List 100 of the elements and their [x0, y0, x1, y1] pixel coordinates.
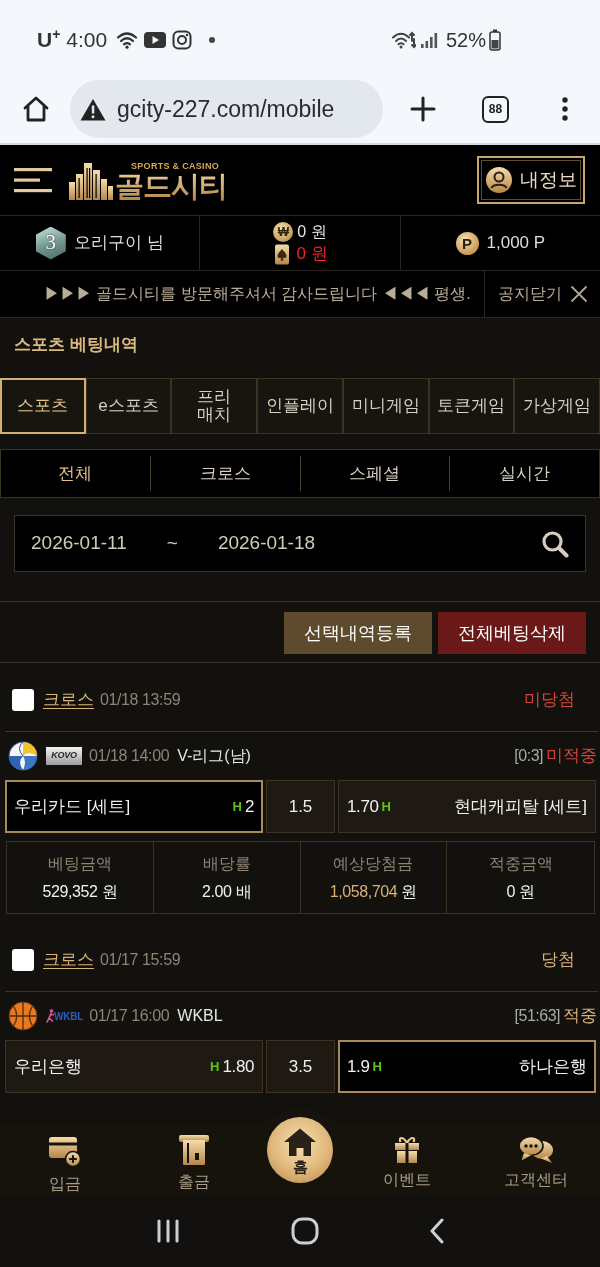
- register-selected-button[interactable]: 선택내역등록: [284, 612, 432, 654]
- atm-card-icon: [177, 1134, 210, 1166]
- bet-type-link[interactable]: 크로스: [43, 687, 94, 713]
- filter-tab[interactable]: 전체: [58, 460, 93, 487]
- nav-item[interactable]: 입금: [0, 1124, 129, 1195]
- basketball-icon: [8, 1001, 38, 1031]
- bet-result-text: 당첨: [541, 949, 575, 972]
- url-text: gcity-227.com/mobile: [117, 94, 335, 124]
- volleyball-icon: [8, 741, 38, 771]
- summary-value: 1,058,704 원: [329, 881, 417, 902]
- address-bar[interactable]: gcity-227.com/mobile: [70, 80, 383, 138]
- wifi-icon: [391, 30, 416, 49]
- level-badge: 3: [35, 226, 66, 260]
- home-icon[interactable]: [22, 95, 50, 123]
- odds-value: 1.80: [222, 1055, 254, 1078]
- category-tab[interactable]: 인플레이: [257, 378, 343, 434]
- handicap-mark: H: [210, 1057, 220, 1076]
- username-text: 오리구이 님: [73, 232, 164, 255]
- checkbox[interactable]: [12, 949, 34, 971]
- logo-text[interactable]: 골드시티: [115, 171, 227, 201]
- house-icon: [283, 1126, 317, 1157]
- recent-apps-icon[interactable]: [155, 1219, 181, 1243]
- chat-bubbles-icon: [517, 1134, 554, 1164]
- category-tab[interactable]: 가상게임: [514, 378, 600, 434]
- notification-dot-icon: [209, 36, 216, 43]
- card-icon: [274, 243, 291, 265]
- summary-value: 2.00 배: [202, 881, 252, 902]
- summary-label: 베팅금액: [47, 853, 112, 874]
- delete-all-button[interactable]: 전체베팅삭제: [438, 612, 586, 654]
- bet-type-link[interactable]: 크로스: [43, 947, 94, 973]
- filter-tab[interactable]: 스페셜: [349, 460, 401, 487]
- points-amount: 1,000 P: [486, 232, 546, 255]
- odds-value: 1.70: [347, 795, 379, 818]
- category-tab[interactable]: 미니게임: [342, 378, 429, 434]
- start-date-field[interactable]: 2026-01-11: [31, 529, 127, 558]
- bet-result-text: 미당첨: [524, 689, 575, 712]
- clock-text: 4:00: [66, 26, 108, 53]
- summary-label: 배당률: [202, 853, 251, 874]
- league-name: V-리그(남): [177, 746, 251, 766]
- home-button[interactable]: 홈: [267, 1117, 333, 1183]
- currency-coin: ₩: [273, 222, 294, 242]
- card-plus-icon: [47, 1134, 82, 1168]
- page-title: 스포츠 베팅내역: [13, 334, 139, 356]
- point-coin: P: [455, 231, 479, 255]
- camera-icon: [172, 29, 193, 50]
- summary-value: 529,352 원: [42, 881, 118, 902]
- handicap-mark: H: [381, 797, 391, 816]
- bet-time-text: 01/17 15:59: [100, 950, 181, 970]
- match-result-text: 미적중: [546, 745, 597, 768]
- menu-icon[interactable]: [14, 167, 52, 193]
- profile-button[interactable]: 내정보: [477, 156, 585, 204]
- logo-tagline: SPORTS & CASINO: [131, 161, 220, 171]
- play-icon: [144, 31, 167, 48]
- tab-count-button[interactable]: 88: [482, 95, 509, 123]
- match-time-text: 01/18 14:00: [89, 746, 170, 766]
- summary-value: 0 원: [506, 881, 535, 902]
- more-menu-icon[interactable]: [561, 96, 569, 122]
- team-name: 우리은행: [14, 1055, 82, 1078]
- checkbox[interactable]: [12, 689, 34, 711]
- nav-item[interactable]: 고객센터: [471, 1124, 600, 1195]
- bet-time-text: 01/18 13:59: [100, 690, 181, 710]
- team-name: 하나은행: [519, 1055, 587, 1078]
- close-notice-link[interactable]: 공지닫기: [497, 282, 562, 306]
- wifi-icon: [116, 30, 139, 49]
- battery-percent-text: 52%: [445, 27, 486, 53]
- category-tab[interactable]: 토큰게임: [428, 378, 515, 434]
- score-text: [51:63]: [514, 1006, 560, 1026]
- handicap-line-cell: 1.5: [266, 780, 335, 833]
- match-result-text: 적중: [563, 1005, 597, 1028]
- match-time-text: 01/17 16:00: [89, 1006, 170, 1026]
- warning-icon: [80, 97, 106, 121]
- league-logo: KOVO: [46, 747, 82, 765]
- handicap-mark: H: [232, 797, 242, 816]
- team-name: 우리카드 [세트]: [14, 795, 131, 818]
- summary-label: 예상당첨금: [333, 853, 414, 874]
- cash-amount: 0 원: [297, 222, 327, 242]
- user-icon: [485, 167, 512, 193]
- category-tab[interactable]: 프리 매치: [171, 378, 258, 434]
- carrier-text: U$^{+}$: [37, 25, 61, 53]
- back-icon[interactable]: [429, 1218, 445, 1244]
- league-logo-text: WKBL: [54, 1009, 84, 1024]
- score-text: [0:3]: [514, 746, 543, 766]
- category-tab[interactable]: e스포츠: [85, 378, 172, 434]
- casino-money-amount: 0 원: [296, 243, 328, 265]
- gift-icon: [392, 1134, 421, 1164]
- search-icon[interactable]: [541, 529, 569, 558]
- end-date-field[interactable]: 2026-01-18: [217, 529, 316, 558]
- filter-tab[interactable]: 실시간: [499, 460, 551, 487]
- odds-value: 1.9: [347, 1055, 370, 1078]
- signal-icon: [419, 30, 438, 49]
- new-tab-plus-icon[interactable]: [410, 96, 436, 122]
- nav-item[interactable]: 이벤트: [342, 1124, 471, 1195]
- filter-tab[interactable]: 크로스: [199, 460, 251, 487]
- player-figure-icon: [46, 1009, 54, 1023]
- category-tab[interactable]: 스포츠: [0, 378, 86, 434]
- league-name: WKBL: [177, 1006, 223, 1026]
- notice-text: ▶▶▶ 골드시티를 방문해주셔서 감사드립니다 ◀◀◀ 평생.: [44, 284, 471, 304]
- nav-item[interactable]: 출금: [129, 1124, 258, 1195]
- close-icon[interactable]: [569, 285, 588, 303]
- handicap-line-cell: 3.5: [266, 1040, 335, 1093]
